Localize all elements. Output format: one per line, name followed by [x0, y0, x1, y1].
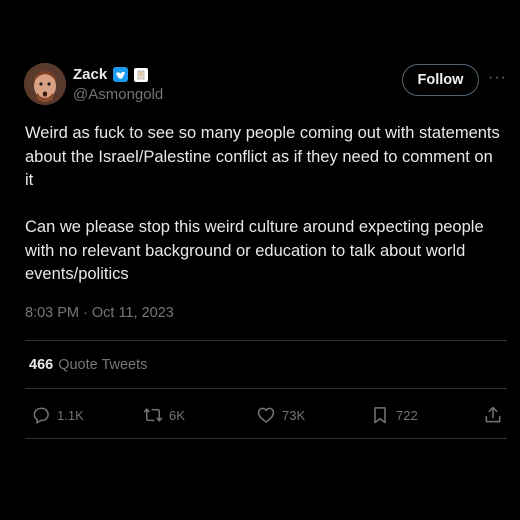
tweet-paragraph: Can we please stop this weird culture ar… [25, 218, 484, 283]
follow-button[interactable]: Follow [402, 64, 479, 96]
heart-icon [257, 407, 275, 423]
retweet-icon [143, 408, 163, 422]
affiliate-badge-icon [134, 67, 149, 82]
tweet-paragraph: Weird as fuck to see so many people comi… [25, 124, 500, 189]
like-count: 73K [282, 407, 306, 423]
share-button[interactable] [483, 402, 503, 428]
divider [25, 388, 507, 389]
verified-badge-icon [113, 67, 129, 82]
divider [25, 340, 507, 341]
reply-icon [33, 407, 49, 424]
reply-button[interactable]: 1.1K [31, 402, 84, 428]
like-button[interactable]: 73K [256, 402, 305, 428]
quote-label: Quote Tweets [58, 357, 148, 373]
quote-tweets-stat[interactable]: 466 Quote Tweets [29, 357, 147, 373]
action-bar: 1.1K 6K 73K 722 [0, 402, 520, 428]
bookmark-icon [374, 407, 386, 424]
retweet-button[interactable]: 6K [143, 402, 185, 428]
author-name-row: Zack [73, 66, 149, 83]
author-handle[interactable]: @Asmongold [73, 86, 163, 103]
more-options-icon[interactable]: ··· [488, 70, 508, 91]
bookmark-count: 722 [396, 407, 418, 423]
quote-count: 466 [29, 357, 54, 373]
share-icon [485, 406, 501, 423]
tweet-timestamp[interactable]: 8:03 PM · Oct 11, 2023 [25, 305, 174, 321]
reply-count: 1.1K [57, 407, 84, 423]
tweet-card: Zack @Asmongold Follow ··· Weird as fuck… [0, 0, 520, 520]
retweet-count: 6K [169, 407, 185, 423]
avatar[interactable] [24, 63, 66, 105]
display-name[interactable]: Zack [73, 66, 107, 83]
tweet-text: Weird as fuck to see so many people comi… [25, 122, 505, 287]
bookmark-button[interactable]: 722 [370, 402, 418, 428]
divider [25, 438, 507, 439]
